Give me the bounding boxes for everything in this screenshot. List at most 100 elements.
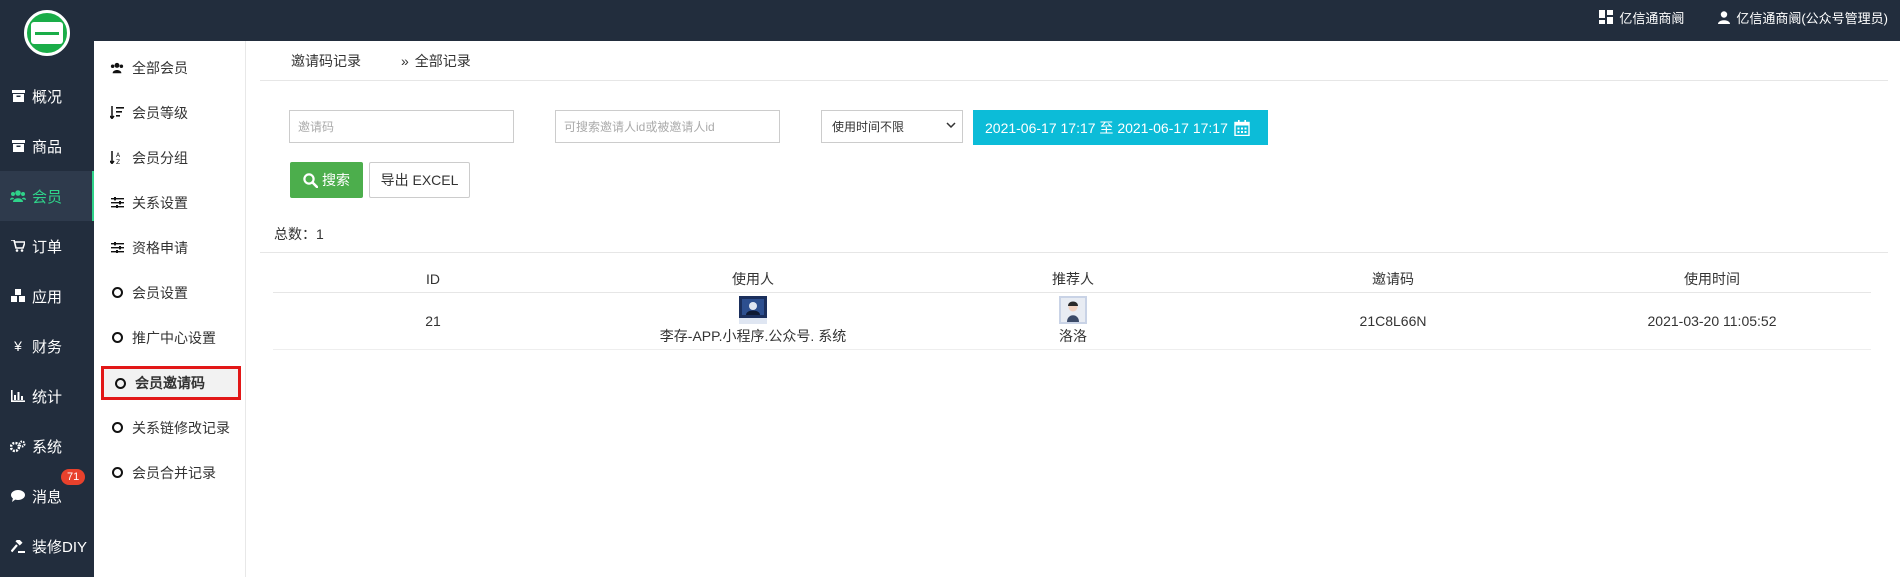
total-label: 总数： — [274, 226, 316, 242]
shop-link-label: 亿信通商阛 — [1619, 10, 1685, 26]
subnav-item-qualification[interactable]: 资格申请 — [94, 225, 245, 270]
shop-link[interactable]: 亿信通商阛 — [1599, 8, 1684, 27]
chevron-down-icon — [946, 122, 956, 129]
subnav-item-all-members[interactable]: 全部会员 — [94, 45, 245, 90]
svg-text:A: A — [116, 152, 121, 159]
date-range-value: 2021-06-17 17:17 至 2021-06-17 17:17 — [985, 119, 1228, 136]
breadcrumb-current: 全部记录 — [414, 52, 471, 69]
top-bar-links: 亿信通商阛 亿信通商阛(公众号管理员) — [1599, 0, 1888, 34]
cell-code: 21C8L66N — [1233, 292, 1553, 350]
calendar-icon — [1234, 119, 1250, 136]
cubes-icon — [10, 289, 26, 303]
bar-chart-icon — [10, 390, 26, 402]
subnav-item-merge-log[interactable]: 会员合并记录 — [94, 450, 245, 495]
cell-referrer: 洛洛 — [913, 292, 1233, 350]
gears-icon — [10, 440, 26, 453]
circle-icon — [110, 332, 124, 343]
subnav-item-member-level[interactable]: 会员等级 — [94, 90, 245, 135]
subnav-item-label: 会员设置 — [132, 284, 188, 301]
sidebar-item-finance[interactable]: ¥ 财务 — [0, 321, 94, 371]
sidebar-item-system[interactable]: 系统 — [0, 421, 94, 471]
column-header-user: 使用人 — [593, 267, 913, 293]
logo-mark — [31, 22, 63, 44]
brand-logo[interactable] — [24, 10, 70, 56]
user-name: 李存-APP.小程序.公众号. 系统 — [659, 327, 847, 344]
subnav-item-label: 会员等级 — [132, 104, 188, 121]
use-time-select[interactable]: 使用时间不限 — [821, 110, 963, 143]
sidebar-item-orders[interactable]: 订单 — [0, 221, 94, 271]
main-content: 邀请码记录 » 全部记录 使用时间不限 2021-06-17 17:17 至 2… — [260, 41, 1888, 577]
subnav-item-label: 推广中心设置 — [132, 329, 216, 346]
referrer-avatar[interactable] — [1059, 295, 1087, 324]
message-count-badge: 71 — [61, 469, 86, 485]
archive-icon — [10, 140, 26, 152]
sidebar-item-stats[interactable]: 统计 — [0, 371, 94, 421]
subnav-item-relation-settings[interactable]: 关系设置 — [94, 180, 245, 225]
sidebar-item-members[interactable]: 会员 — [0, 171, 94, 221]
sliders-icon — [110, 242, 124, 253]
table-row: 21 李存-APP.小程序.公众号. 系统 洛洛 21C8L66N 2021-0… — [273, 292, 1871, 350]
subnav-item-member-settings[interactable]: 会员设置 — [94, 270, 245, 315]
sidebar-item-decoration[interactable]: 装修DIY — [0, 521, 94, 571]
search-button[interactable]: 搜索 — [290, 162, 363, 198]
user-link-label: 亿信通商阛(公众号管理员) — [1736, 10, 1888, 26]
subnav-item-relation-log[interactable]: 关系链修改记录 — [94, 405, 245, 450]
user-avatar[interactable] — [739, 295, 767, 324]
sidebar-item-label: 会员 — [32, 188, 63, 206]
breadcrumb-separator: » — [401, 52, 409, 69]
sidebar-item-label: 装修DIY — [32, 538, 88, 556]
cell-user: 李存-APP.小程序.公众号. 系统 — [593, 292, 913, 350]
member-id-input[interactable] — [555, 110, 780, 143]
sidebar-item-label: 订单 — [32, 238, 63, 256]
sidebar-item-overview[interactable]: 概况 — [0, 71, 94, 121]
table-header-row: ID 使用人 推荐人 邀请码 使用时间 — [273, 267, 1871, 293]
sidebar-item-label: 统计 — [32, 388, 63, 406]
dashboard-icon — [1599, 10, 1614, 24]
user-link[interactable]: 亿信通商阛(公众号管理员) — [1718, 8, 1888, 27]
column-header-code: 邀请码 — [1233, 267, 1553, 293]
circle-icon — [110, 422, 124, 433]
export-button-label: 导出 EXCEL — [380, 172, 459, 188]
column-header-time: 使用时间 — [1553, 267, 1871, 293]
yen-icon: ¥ — [14, 338, 22, 354]
member-subnav: 全部会员 会员等级 AZ 会员分组 关系设置 资格申请 会员设置 推广中心设置 … — [94, 41, 246, 577]
subnav-item-label: 会员分组 — [132, 149, 188, 166]
subnav-item-label: 会员合并记录 — [132, 464, 216, 481]
subnav-item-label: 关系设置 — [132, 194, 188, 211]
column-header-referrer: 推荐人 — [913, 267, 1233, 293]
top-bar: 亿信通商阛 亿信通商阛(公众号管理员) — [0, 0, 1900, 41]
export-excel-button[interactable]: 导出 EXCEL — [369, 162, 470, 198]
subnav-item-promotion-center[interactable]: 推广中心设置 — [94, 315, 245, 360]
use-time-select-value: 使用时间不限 — [832, 120, 905, 134]
subnav-item-invite-code[interactable]: 会员邀请码 — [101, 366, 241, 400]
gavel-icon — [10, 539, 26, 553]
sidebar-item-goods[interactable]: 商品 — [0, 121, 94, 171]
cell-id: 21 — [273, 292, 593, 350]
breadcrumb-link[interactable]: 邀请码记录 — [291, 51, 361, 71]
primary-sidebar: 概况 商品 会员 订单 应用 ¥ 财务 统计 系统 消息 71 装修DIY — [0, 41, 94, 577]
total-count: 总数：1 — [274, 224, 324, 244]
user-icon — [1718, 10, 1731, 24]
breadcrumb: 邀请码记录 » 全部记录 — [260, 41, 1888, 81]
sidebar-item-messages[interactable]: 消息 71 — [0, 469, 94, 521]
sidebar-item-apps[interactable]: 应用 — [0, 271, 94, 321]
sidebar-item-label: 商品 — [32, 138, 63, 156]
users-icon — [10, 190, 26, 202]
sort-numeric-icon — [110, 106, 124, 119]
invite-code-input[interactable] — [289, 110, 514, 143]
referrer-name: 洛洛 — [1059, 327, 1087, 344]
date-range-picker[interactable]: 2021-06-17 17:17 至 2021-06-17 17:17 — [973, 110, 1268, 145]
sidebar-item-label: 消息 — [32, 488, 63, 506]
sidebar-item-label: 系统 — [32, 438, 63, 456]
subnav-item-label: 全部会员 — [132, 59, 188, 76]
sidebar-item-label: 应用 — [32, 288, 63, 306]
sliders-icon — [110, 197, 124, 208]
circle-icon — [110, 287, 124, 298]
sidebar-item-label: 概况 — [32, 88, 63, 106]
divider — [260, 252, 1888, 253]
subnav-item-label: 会员邀请码 — [135, 375, 205, 391]
cell-time: 2021-03-20 11:05:52 — [1553, 292, 1871, 350]
circle-icon — [113, 377, 127, 389]
subnav-item-member-group[interactable]: AZ 会员分组 — [94, 135, 245, 180]
search-icon — [303, 172, 318, 188]
